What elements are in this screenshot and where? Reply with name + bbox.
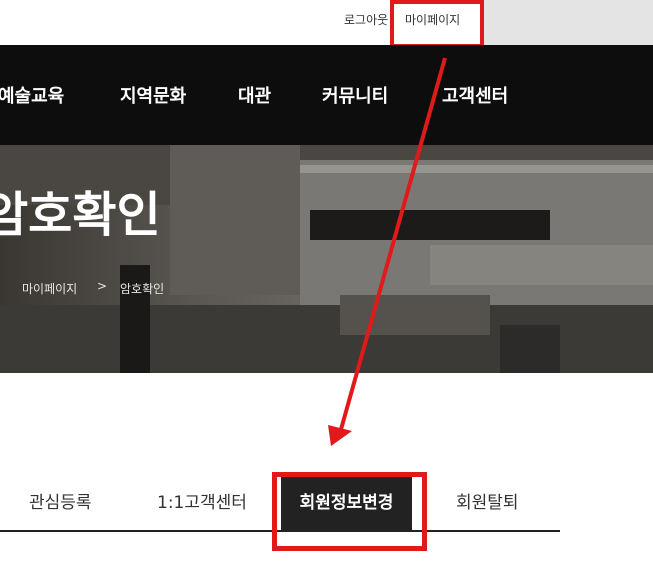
tab-withdraw-membership[interactable]: 회원탈퇴: [456, 492, 519, 514]
tab-interest-registration[interactable]: 관심등록: [29, 492, 92, 514]
page-title: 암호확인: [0, 187, 161, 243]
nav-item-customer-center[interactable]: 고객센터: [442, 86, 508, 108]
main-navigation: 예술교육 지역문화 대관 커뮤니티 고객센터: [0, 45, 653, 145]
top-utility-bar: 로그아웃 마이페이지: [0, 0, 653, 45]
nav-item-community[interactable]: 커뮤니티: [322, 86, 388, 108]
nav-item-arts-education[interactable]: 예술교육: [0, 86, 64, 108]
tab-one-on-one-support[interactable]: 1:1고객센터: [157, 492, 247, 514]
hero-background-photo: [0, 145, 653, 373]
breadcrumb-mypage[interactable]: 마이페이지: [22, 281, 77, 297]
breadcrumb-separator: >: [97, 279, 108, 293]
mypage-highlight-box: [390, 0, 484, 48]
nav-item-rental[interactable]: 대관: [238, 86, 271, 108]
arrow-head: [328, 425, 352, 446]
logout-link[interactable]: 로그아웃: [344, 12, 388, 28]
nav-item-regional-culture[interactable]: 지역문화: [120, 86, 186, 108]
breadcrumb-current: 암호확인: [120, 282, 165, 296]
top-utility-bar-shade: [480, 0, 653, 45]
hero-banner: 암호확인 마이페이지 > 암호확인: [0, 145, 653, 373]
member-info-tab-highlight-box: [272, 472, 427, 551]
